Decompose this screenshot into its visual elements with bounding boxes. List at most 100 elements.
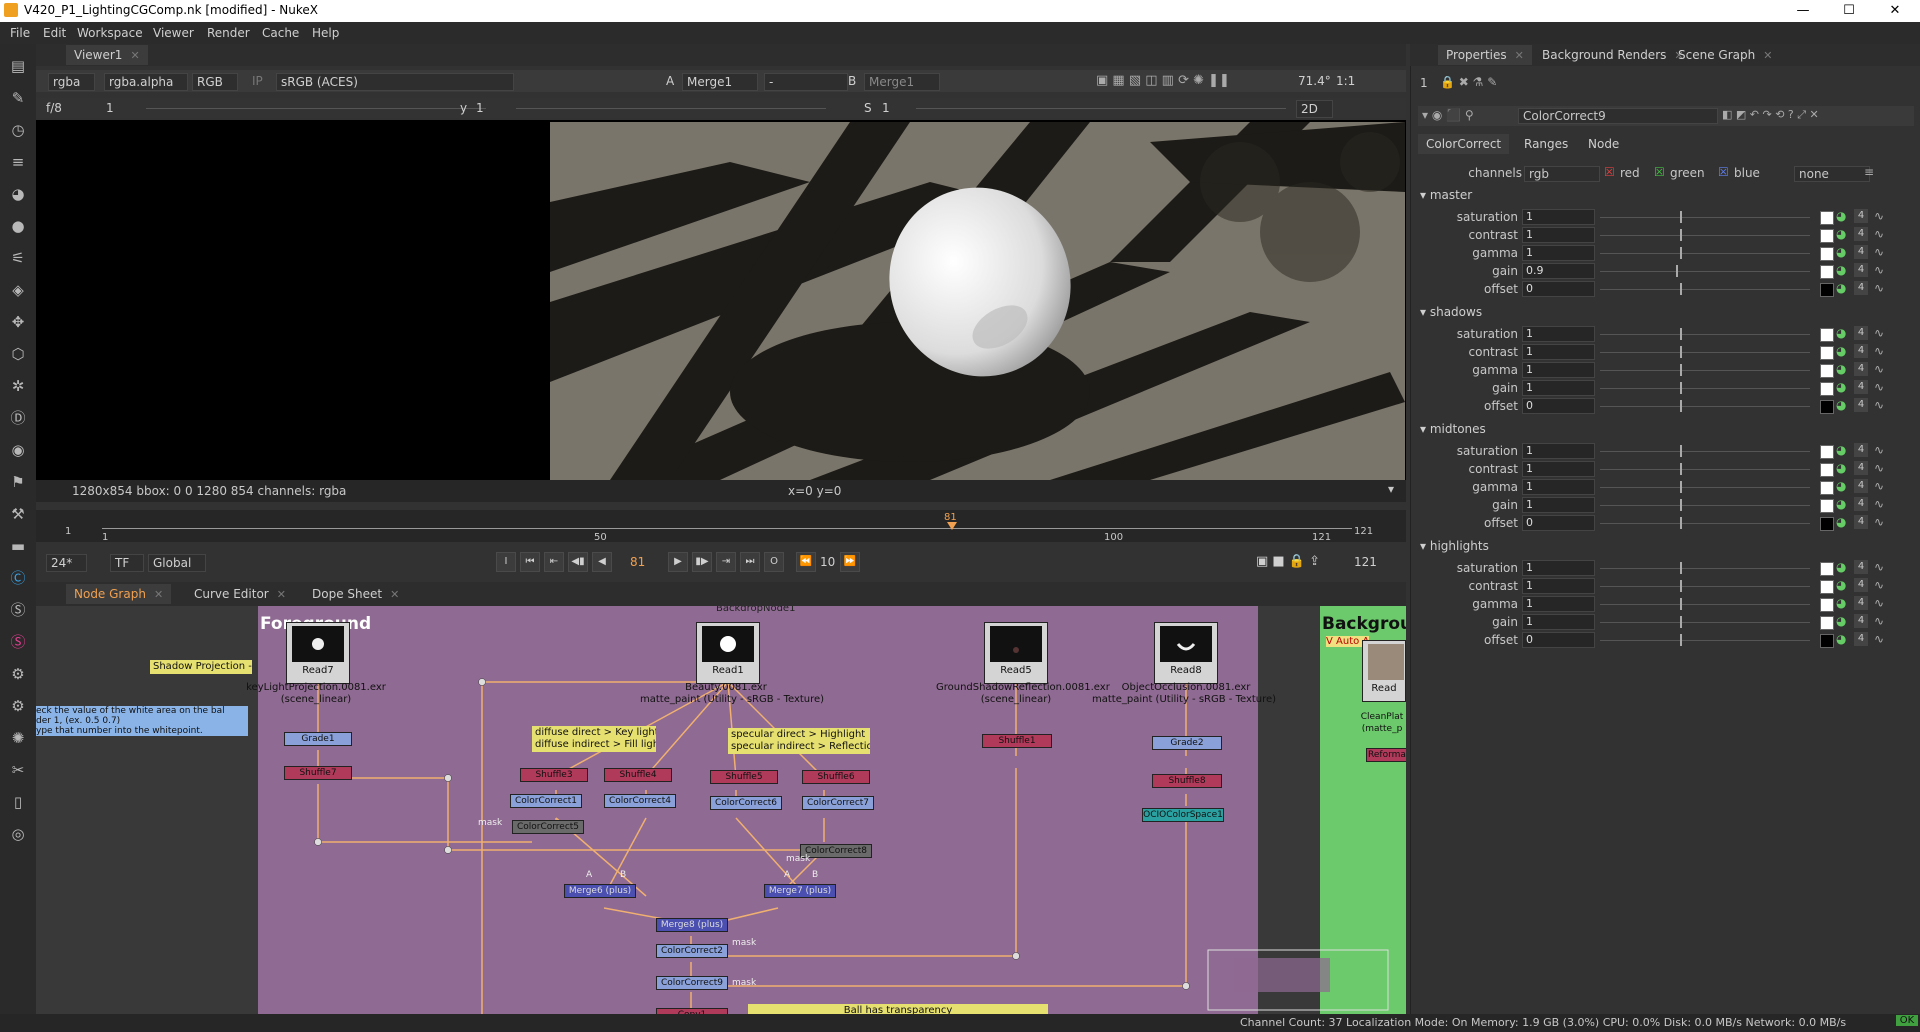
sticky-specular[interactable]: specular direct > Highlight specular ind… — [728, 728, 870, 754]
knob-slider[interactable] — [1600, 253, 1810, 254]
color-wheel-icon[interactable]: ◕ — [1836, 479, 1846, 493]
sticky-shadow-projection[interactable]: Shadow Projection - — [150, 660, 252, 674]
channel-tool-icon[interactable]: ≡ — [8, 152, 28, 172]
green-checkbox[interactable]: ☒ — [1654, 165, 1665, 179]
ip-button[interactable]: IP — [252, 73, 263, 89]
color-wheel-icon[interactable]: ◕ — [1836, 281, 1846, 295]
curve-icon[interactable]: ∿ — [1874, 344, 1884, 358]
colorcorrect-node[interactable]: ColorCorrect4 — [604, 794, 676, 808]
color-swatch[interactable] — [1820, 517, 1834, 531]
maximize-button[interactable]: ☐ — [1826, 0, 1872, 22]
color-swatch[interactable] — [1820, 580, 1834, 594]
color-wheel-icon[interactable]: ◕ — [1836, 227, 1846, 241]
knob-slider[interactable] — [1600, 217, 1810, 218]
step-field[interactable]: 10 — [820, 554, 835, 570]
color-swatch[interactable] — [1820, 346, 1834, 360]
frame-field[interactable]: 1 — [106, 100, 114, 116]
slider-handle[interactable] — [1680, 247, 1682, 259]
menu-workspace[interactable]: Workspace — [77, 26, 143, 40]
slider-handle[interactable] — [1680, 463, 1682, 475]
channel-count-badge[interactable]: 4 — [1854, 281, 1868, 295]
colorcorrect-node[interactable]: ColorCorrect9 — [656, 976, 728, 990]
grade-node[interactable]: Grade2 — [1152, 736, 1222, 750]
knob-slider[interactable] — [1600, 523, 1810, 524]
tab-node[interactable]: Node — [1580, 134, 1627, 154]
curve-icon[interactable]: ∿ — [1874, 632, 1884, 646]
channel-count-badge[interactable]: 4 — [1854, 263, 1868, 277]
color-swatch[interactable] — [1820, 562, 1834, 576]
color-swatch[interactable] — [1820, 229, 1834, 243]
curve-icon[interactable]: ∿ — [1874, 398, 1884, 412]
colorspace-dropdown[interactable]: sRGB (ACES) — [276, 73, 514, 91]
channel-count-badge[interactable]: 4 — [1854, 443, 1868, 457]
close-icon[interactable]: ✕ — [154, 588, 163, 601]
knob-slider[interactable] — [1600, 406, 1810, 407]
particles-tool-icon[interactable]: ✲ — [8, 376, 28, 396]
slider-handle[interactable] — [1676, 265, 1678, 277]
metadata-tool-icon[interactable]: ⚑ — [8, 472, 28, 492]
grade-node[interactable]: Grade1 — [284, 732, 352, 746]
knob-value-field[interactable]: 1 — [1522, 497, 1595, 513]
slider-handle[interactable] — [1680, 364, 1682, 376]
minimize-button[interactable]: — — [1780, 0, 1826, 22]
timeline-track[interactable] — [102, 528, 1352, 529]
merge-node[interactable]: Merge8 (plus) — [656, 918, 728, 932]
colorcorrect-node[interactable]: ColorCorrect2 — [656, 944, 728, 958]
curve-icon[interactable]: ∿ — [1874, 209, 1884, 223]
curve-icon[interactable]: ∿ — [1874, 362, 1884, 376]
color-swatch[interactable] — [1820, 634, 1834, 648]
tab-curve-editor[interactable]: Curve Editor ✕ — [186, 584, 294, 604]
slider-handle[interactable] — [1680, 400, 1682, 412]
curve-icon[interactable]: ∿ — [1874, 497, 1884, 511]
ratio-value[interactable]: 1:1 — [1336, 73, 1355, 89]
tab-viewer1[interactable]: Viewer1 ✕ — [66, 45, 148, 65]
deep-tool-icon[interactable]: Ⓓ — [8, 408, 28, 428]
channel-count-badge[interactable]: 4 — [1854, 380, 1868, 394]
collapse-icon[interactable]: ▾ — [1420, 305, 1430, 319]
color-wheel-icon[interactable]: ◕ — [1836, 209, 1846, 223]
expand-arrow-icon[interactable]: ▾ — [1388, 482, 1394, 496]
swirl-plugin-icon[interactable]: ✺ — [8, 728, 28, 748]
node-header-buttons[interactable]: ◧ ◩ ↶ ↷ ⟲ ? ⤢ ✕ — [1722, 108, 1819, 122]
color-wheel-icon[interactable]: ◕ — [1836, 461, 1846, 475]
menu-render[interactable]: Render — [207, 26, 250, 40]
collapse-icon[interactable]: ▾ — [1420, 188, 1430, 202]
read-node[interactable]: Read — [1362, 640, 1406, 702]
knob-slider[interactable] — [1600, 586, 1810, 587]
channel-count-badge[interactable]: 4 — [1854, 515, 1868, 529]
curve-icon[interactable]: ∿ — [1874, 596, 1884, 610]
curve-icon[interactable]: ∿ — [1874, 227, 1884, 241]
group-midtones[interactable]: ▾ midtones — [1420, 422, 1486, 436]
slider-handle[interactable] — [1680, 481, 1682, 493]
keyer-tool-icon[interactable]: ⚟ — [8, 248, 28, 268]
curve-icon[interactable]: ∿ — [1874, 281, 1884, 295]
color-wheel-icon[interactable]: ◕ — [1836, 515, 1846, 529]
next-frame-button[interactable]: ▮▶ — [692, 552, 712, 572]
red-checkbox[interactable]: ☒ — [1604, 165, 1615, 179]
jar-plugin-icon[interactable]: ▯ — [8, 792, 28, 812]
knob-value-field[interactable]: 1 — [1522, 344, 1595, 360]
curve-icon[interactable]: ∿ — [1874, 515, 1884, 529]
slider-handle[interactable] — [1680, 445, 1682, 457]
gear2-plugin-icon[interactable]: ⚙ — [8, 696, 28, 716]
read-node[interactable]: Read1 — [696, 622, 760, 684]
shuffle-node[interactable]: Shuffle8 — [1152, 774, 1222, 788]
knob-slider[interactable] — [1600, 271, 1810, 272]
draw-tool-icon[interactable]: ✎ — [8, 88, 28, 108]
close-button[interactable]: ✕ — [1872, 0, 1918, 22]
group-shadows[interactable]: ▾ shadows — [1420, 305, 1482, 319]
knob-value-field[interactable]: 0 — [1522, 398, 1595, 414]
merge-node[interactable]: Merge6 (plus) — [564, 884, 636, 898]
alpha-channel-dropdown[interactable]: none — [1794, 166, 1870, 182]
out-point-button[interactable]: O — [764, 552, 784, 572]
gain-slider[interactable] — [146, 108, 486, 109]
knob-value-field[interactable]: 0 — [1522, 632, 1595, 648]
channel-count-badge[interactable]: 4 — [1854, 344, 1868, 358]
slider-handle[interactable] — [1680, 283, 1682, 295]
properties-count[interactable]: 1 — [1420, 76, 1428, 90]
knob-slider[interactable] — [1600, 388, 1810, 389]
channel-count-badge[interactable]: 4 — [1854, 245, 1868, 259]
color-swatch[interactable] — [1820, 616, 1834, 630]
knob-slider[interactable] — [1600, 334, 1810, 335]
skip-back-button[interactable]: ⏪ — [796, 552, 816, 572]
